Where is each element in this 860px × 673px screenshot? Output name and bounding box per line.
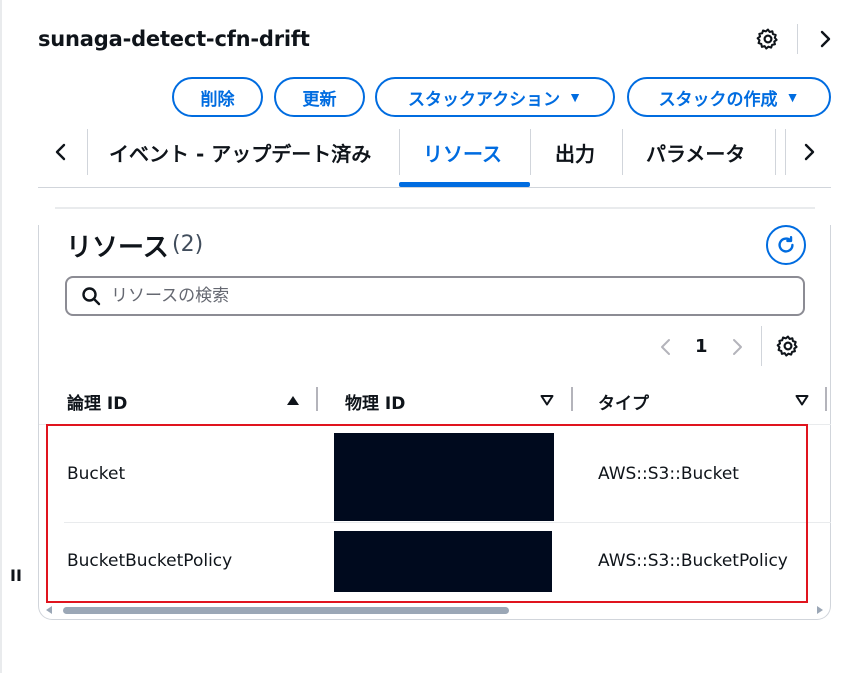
settings-gear-icon[interactable] <box>756 27 780 51</box>
pagination-current-page[interactable]: 1 <box>695 336 708 357</box>
tab-divider <box>785 129 786 175</box>
stack-actions-dropdown[interactable]: スタックアクション ▼ <box>375 77 615 117</box>
pagination-divider <box>761 326 762 366</box>
tab-divider <box>87 129 88 175</box>
caret-down-icon: ▼ <box>568 89 582 105</box>
column-header-physical-id[interactable]: 物理 ID <box>345 389 405 414</box>
sort-descending-icon[interactable] <box>539 392 555 408</box>
column-resizer[interactable] <box>571 387 573 411</box>
table-settings-gear-icon[interactable] <box>776 334 800 358</box>
column-resizer[interactable] <box>825 387 827 411</box>
panel-divider <box>55 207 815 209</box>
sort-ascending-icon[interactable] <box>285 392 301 408</box>
sort-descending-icon[interactable] <box>794 392 810 408</box>
active-tab-indicator <box>399 182 530 187</box>
search-input[interactable] <box>111 286 761 306</box>
tab-divider <box>622 129 623 175</box>
update-button-label: 更新 <box>302 89 337 109</box>
horizontal-scrollbar-thumb[interactable] <box>63 607 509 614</box>
tab-divider <box>530 129 531 175</box>
column-resizer[interactable] <box>316 387 318 411</box>
create-stack-dropdown[interactable]: スタックの作成 ▼ <box>627 77 831 117</box>
search-icon <box>82 287 101 306</box>
stack-actions-label: スタックアクション <box>407 89 561 109</box>
stack-title: sunaga-detect-cfn-drift <box>38 27 310 51</box>
update-button[interactable]: 更新 <box>274 77 365 117</box>
delete-button-label: 削除 <box>200 89 235 109</box>
tab-outputs[interactable]: 出力 <box>555 138 595 167</box>
pagination-prev-icon[interactable] <box>656 335 676 359</box>
resources-heading: リソース <box>66 233 169 263</box>
scroll-right-arrow[interactable] <box>817 606 823 614</box>
create-stack-label: スタックの作成 <box>658 89 778 109</box>
chevron-right-icon[interactable] <box>798 139 820 165</box>
search-bar[interactable] <box>65 276 805 316</box>
tab-parameters[interactable]: パラメータ <box>646 138 745 167</box>
delete-button[interactable]: 削除 <box>172 77 263 117</box>
refresh-icon <box>778 236 794 253</box>
window-edge <box>0 0 2 673</box>
resources-count: (2) <box>172 232 204 257</box>
tab-divider <box>399 129 400 175</box>
panel-drag-handle[interactable]: II <box>10 566 22 585</box>
chevron-left-icon[interactable] <box>50 139 72 165</box>
tab-divider <box>775 129 776 175</box>
tab-bar: イベント - アップデート済み リソース 出力 パラメータ <box>38 127 831 188</box>
highlight-annotation-box <box>46 424 808 603</box>
column-header-type[interactable]: タイプ <box>598 389 649 414</box>
tab-events[interactable]: イベント - アップデート済み <box>109 138 371 167</box>
caret-down-icon: ▼ <box>785 89 800 105</box>
scroll-left-arrow[interactable] <box>46 606 52 614</box>
refresh-button[interactable] <box>766 225 806 265</box>
header-divider <box>797 24 798 54</box>
chevron-right-icon[interactable] <box>815 27 837 51</box>
tab-resources[interactable]: リソース <box>423 138 502 167</box>
column-header-logical-id[interactable]: 論理 ID <box>67 389 127 414</box>
pagination-next-icon[interactable] <box>727 335 747 359</box>
